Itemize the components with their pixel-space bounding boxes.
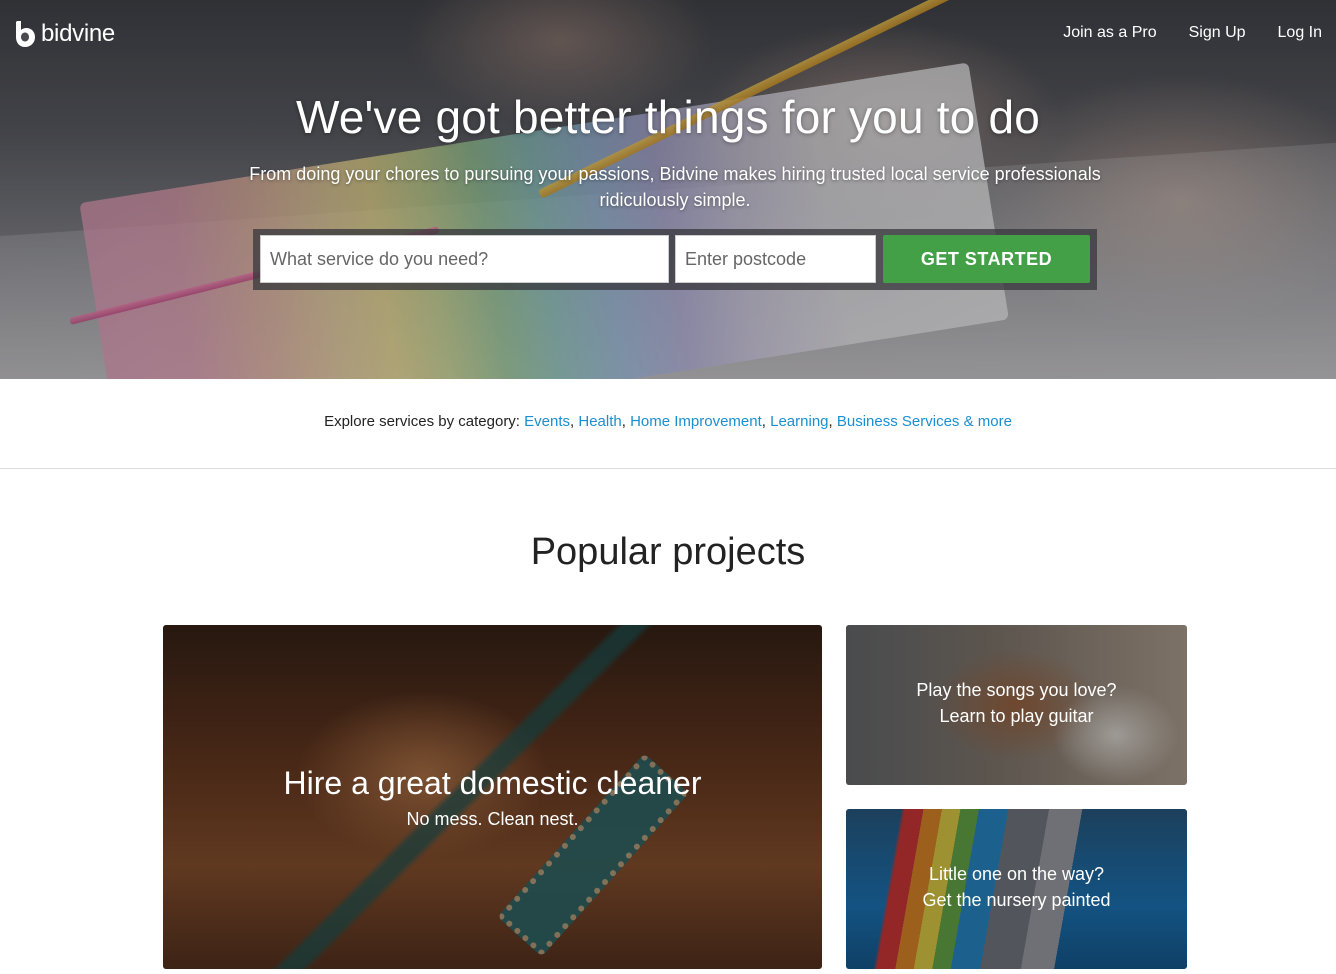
postcode-input[interactable] [675,235,876,283]
card-title: Little one on the way? [928,864,1105,884]
sign-up-link[interactable]: Sign Up [1189,24,1246,42]
popular-projects-title: Popular projects [530,531,806,573]
card-title: Play the songs you love? [916,680,1117,700]
project-card-guitar-lessons[interactable]: Play the songs you love? Learn to play g… [846,625,1187,785]
card-overlay [846,625,1187,785]
bidvine-logo-icon [14,19,36,49]
bidvine-logo[interactable]: bidvine [14,19,115,49]
project-card-nursery-painting[interactable]: Little one on the way? Get the nursery p… [846,809,1187,969]
category-link-events[interactable]: Events [524,413,570,430]
top-nav: Join as a Pro Sign Up Log In [1031,24,1322,42]
category-link-health[interactable]: Health [578,413,621,430]
card-title: Hire a great domestic cleaner [283,765,702,801]
section-divider [0,468,1336,469]
explore-categories: Explore services by category: Events, He… [324,413,1012,430]
bidvine-logo-text: bidvine [41,20,115,47]
hero-title: We've got better things for you to do [295,91,1041,143]
category-link-business-services[interactable]: Business Services & more [837,413,1012,430]
service-input[interactable] [260,235,669,283]
card-subtitle: No mess. Clean nest. [406,809,579,829]
card-subtitle: Get the nursery painted [922,890,1111,910]
search-bar: GET STARTED [253,229,1097,290]
project-card-domestic-cleaner[interactable]: Hire a great domestic cleaner No mess. C… [163,625,822,969]
join-as-pro-link[interactable]: Join as a Pro [1063,24,1156,42]
category-link-learning[interactable]: Learning [770,413,828,430]
explore-prefix: Explore services by category: [324,413,525,430]
hero-subtitle: From doing your chores to pursuing your … [249,164,1101,210]
log-in-link[interactable]: Log In [1278,24,1322,42]
get-started-button[interactable]: GET STARTED [883,235,1090,283]
hero-section: bidvine Join as a Pro Sign Up Log In We'… [0,0,1336,379]
card-overlay [846,809,1187,969]
category-link-home-improvement[interactable]: Home Improvement [630,413,762,430]
card-subtitle: Learn to play guitar [939,706,1094,726]
